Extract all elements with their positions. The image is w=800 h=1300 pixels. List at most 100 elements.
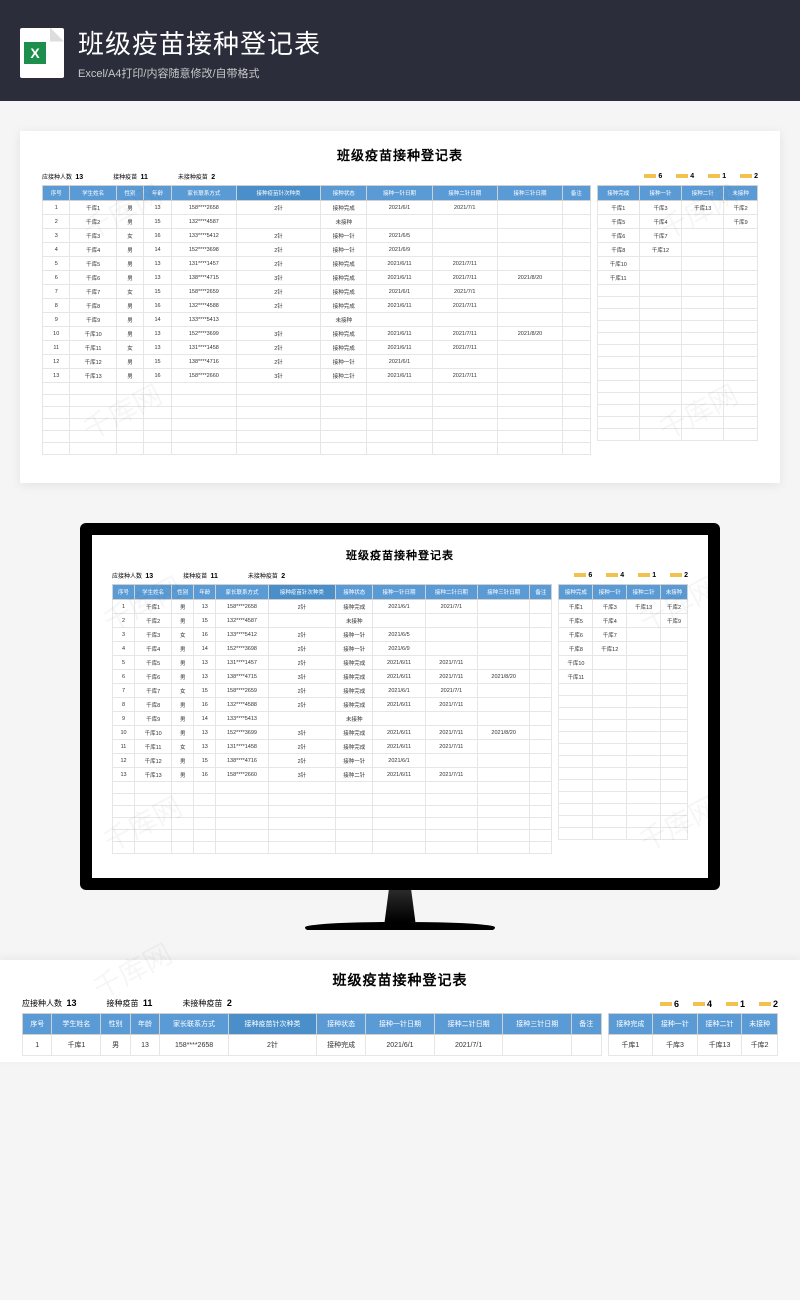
table-row: 11千库11女13 131****14582针接种完成 2021/6/11202…: [113, 740, 552, 754]
table-row: 千库6千库7: [559, 628, 688, 642]
col-header: 接种状态: [321, 186, 367, 201]
col-header: 家长联系方式: [160, 1014, 229, 1035]
table-row: [43, 407, 591, 419]
col-header: 学生姓名: [52, 1014, 101, 1035]
table-row: 2千库2男15 132****4587未接种: [43, 215, 591, 229]
col-header: 接种二针日期: [432, 186, 497, 201]
col-header: 接种疫苗针次种类: [228, 1014, 316, 1035]
table-row: 千库8千库12: [597, 243, 757, 257]
col-header: 接种一针日期: [366, 1014, 435, 1035]
table-row: [559, 696, 688, 708]
table-row: 4千库4男14 152****36982针接种一针 2021/6/9: [113, 642, 552, 656]
table-row: 1千库1男13158****26582针接种完成2021/6/12021/7/1: [23, 1035, 602, 1056]
main-table: 序号学生姓名性别年龄家长联系方式接种疫苗针次种类接种状态接种一针日期接种二针日期…: [22, 1013, 602, 1056]
table-row: [43, 395, 591, 407]
col-header: 接种一针: [653, 1014, 698, 1035]
table-row: 千库8千库12: [559, 642, 688, 656]
table-row: [559, 768, 688, 780]
table-row: 4千库4男14 152****36982针接种一针 2021/6/9: [43, 243, 591, 257]
table-row: 千库1千库3千库13千库2: [608, 1035, 777, 1056]
table-row: [559, 804, 688, 816]
table-row: [559, 828, 688, 840]
col-header: 接种完成: [608, 1014, 653, 1035]
table-row: 千库1千库3千库13千库2: [559, 600, 688, 614]
table-row: 8千库8男16 132****45882针接种完成 2021/6/112021/…: [43, 299, 591, 313]
col-header: 接种二针日期: [434, 1014, 503, 1035]
table-row: 千库10: [597, 257, 757, 271]
table-row: [597, 321, 757, 333]
col-header: 接种二针: [697, 1014, 742, 1035]
table-row: 1千库1男13 158****26582针接种完成 2021/6/12021/7…: [113, 600, 552, 614]
table-row: 9千库9男14 133****5413未接种: [113, 712, 552, 726]
table-row: [597, 429, 757, 441]
main-table: 序号学生姓名性别年龄家长联系方式接种疫苗针次种类接种状态接种一针日期接种二针日期…: [42, 185, 591, 455]
col-header: 备注: [572, 1014, 601, 1035]
table-row: 2千库2男15 132****4587未接种: [113, 614, 552, 628]
col-header: 接种二针日期: [425, 585, 477, 600]
col-header: 家长联系方式: [171, 186, 236, 201]
table-row: [43, 443, 591, 455]
excel-icon: X: [20, 28, 64, 78]
template-preview-strip: 班级疫苗接种登记表 应接种人数 13 接种疫苗 11 未接种疫苗 2 6412 …: [0, 960, 800, 1062]
col-header: 序号: [23, 1014, 52, 1035]
page-title: 班级疫苗接种登记表: [78, 24, 321, 61]
table-row: 7千库7女15 158****26592针接种完成 2021/6/12021/7…: [43, 285, 591, 299]
table-row: [597, 345, 757, 357]
table-row: [559, 732, 688, 744]
table-row: [113, 818, 552, 830]
summary-row: 应接种人数 13 接种疫苗 11 未接种疫苗 2 6412: [102, 571, 698, 580]
col-header: 家长联系方式: [216, 585, 268, 600]
col-header: 接种三针日期: [477, 585, 529, 600]
col-header: 接种一针日期: [373, 585, 425, 600]
table-row: [597, 393, 757, 405]
table-row: [559, 756, 688, 768]
col-header: 性别: [172, 585, 194, 600]
table-row: [559, 744, 688, 756]
table-row: 千库1千库3千库13千库2: [597, 201, 757, 215]
table-row: 5千库5男13 131****14572针接种完成 2021/6/112021/…: [43, 257, 591, 271]
page-subtitle: Excel/A4打印/内容随意修改/自带格式: [78, 65, 321, 81]
col-header: 接种完成: [597, 186, 639, 201]
table-row: [597, 357, 757, 369]
col-header: 接种疫苗针次种类: [268, 585, 335, 600]
table-row: [559, 720, 688, 732]
table-row: 1千库1男13 158****26582针接种完成 2021/6/12021/7…: [43, 201, 591, 215]
col-header: 接种一针日期: [367, 186, 432, 201]
table-row: 千库6千库7: [597, 229, 757, 243]
sheet-title: 班级疫苗接种登记表: [12, 970, 788, 990]
col-header: 接种疫苗针次种类: [236, 186, 320, 201]
table-row: 千库11: [597, 271, 757, 285]
summary-row: 应接种人数 13 接种疫苗 11 未接种疫苗 2 6412: [12, 998, 788, 1009]
table-row: [113, 806, 552, 818]
table-row: 千库10: [559, 656, 688, 670]
table-row: [559, 816, 688, 828]
table-row: 10千库10男13 152****36993针接种完成 2021/6/11202…: [113, 726, 552, 740]
page-header: X 班级疫苗接种登记表 Excel/A4打印/内容随意修改/自带格式: [0, 0, 800, 101]
col-header: 备注: [563, 186, 591, 201]
table-row: [559, 780, 688, 792]
table-row: 千库5千库4 千库9: [559, 614, 688, 628]
table-row: [597, 333, 757, 345]
table-row: 千库11: [559, 670, 688, 684]
table-row: [43, 431, 591, 443]
main-table: 序号学生姓名性别年龄家长联系方式接种疫苗针次种类接种状态接种一针日期接种二针日期…: [112, 584, 552, 854]
col-header: 接种完成: [559, 585, 593, 600]
table-row: 11千库11女13 131****14582针接种完成 2021/6/11202…: [43, 341, 591, 355]
table-row: 3千库3女16 133****54122针接种一针 2021/6/5: [113, 628, 552, 642]
table-row: 10千库10男13 152****36993针接种完成 2021/6/11202…: [43, 327, 591, 341]
col-header: 备注: [530, 585, 552, 600]
side-table: 接种完成接种一针接种二针未接种千库1千库3千库13千库2千库5千库4 千库9千库…: [597, 185, 758, 441]
table-row: [113, 782, 552, 794]
col-header: 接种三针日期: [503, 1014, 572, 1035]
sheet-title: 班级疫苗接种登记表: [102, 547, 698, 563]
table-row: [113, 830, 552, 842]
table-row: [597, 417, 757, 429]
table-row: 5千库5男13 131****14572针接种完成 2021/6/112021/…: [113, 656, 552, 670]
table-row: [113, 794, 552, 806]
table-row: 8千库8男16 132****45882针接种完成 2021/6/112021/…: [113, 698, 552, 712]
col-header: 接种二针: [627, 585, 661, 600]
table-row: [43, 419, 591, 431]
col-header: 学生姓名: [70, 186, 116, 201]
col-header: 接种状态: [336, 585, 373, 600]
table-row: 9千库9男14 133****5413未接种: [43, 313, 591, 327]
